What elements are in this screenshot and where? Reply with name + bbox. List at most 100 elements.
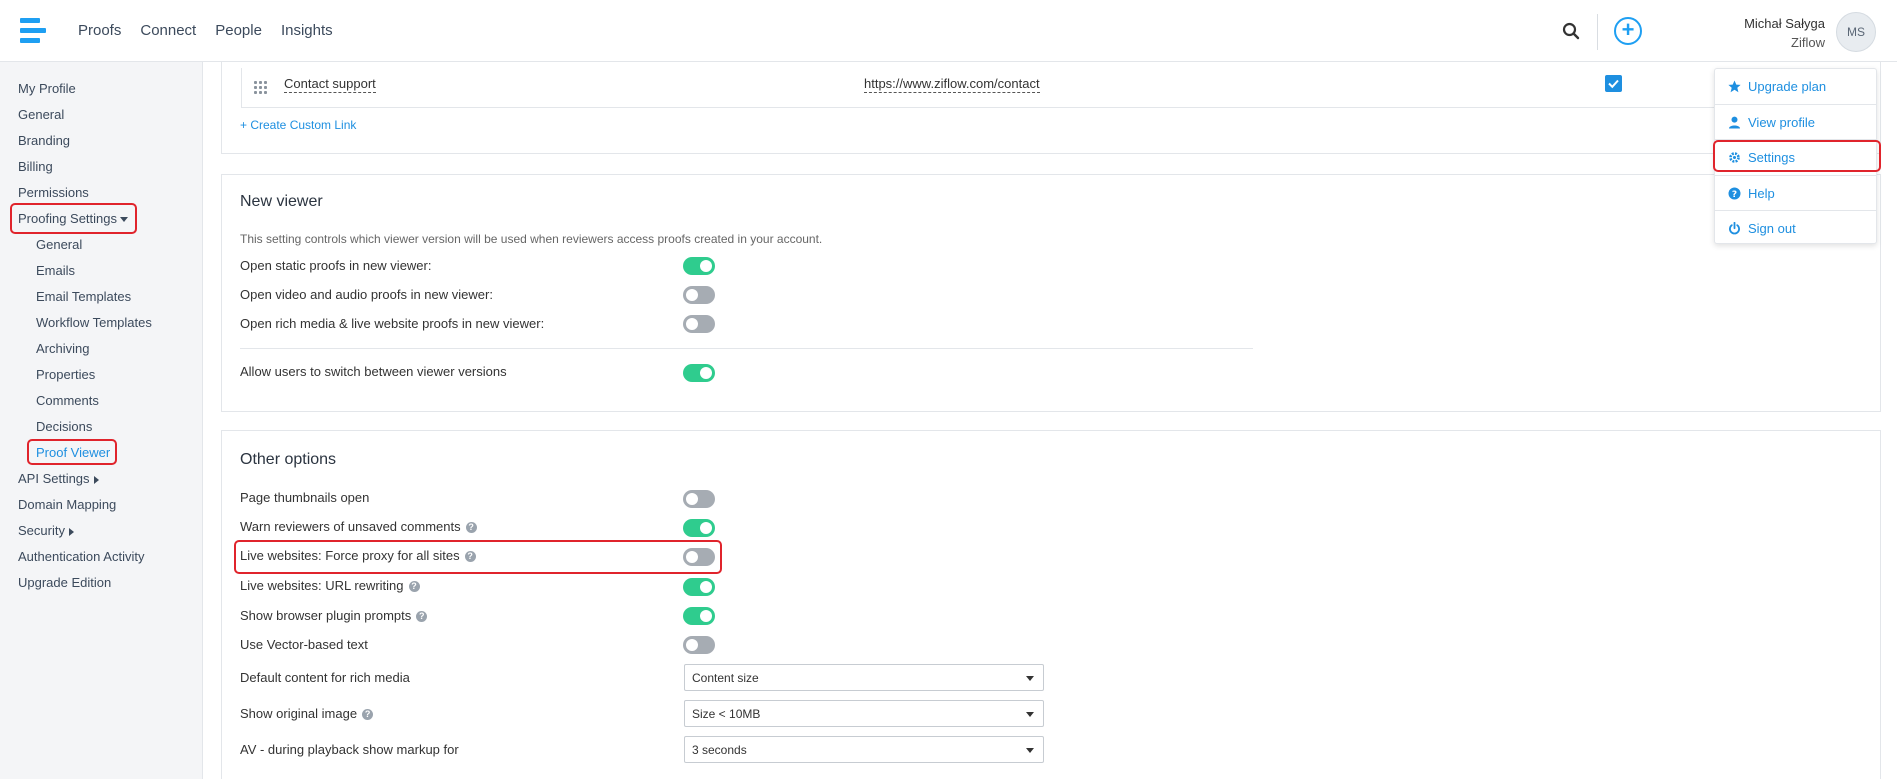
- allow-switch-viewer-toggle[interactable]: [683, 364, 715, 382]
- sidebar-item-proofing-settings[interactable]: Proofing Settings: [18, 211, 129, 226]
- open-rich-media-new-viewer-toggle[interactable]: [683, 315, 715, 333]
- select-label-text: Show original image: [240, 706, 358, 721]
- toggle-label: Live websites: URL rewriting?: [240, 578, 420, 593]
- top-bar: Proofs Connect People Insights + Michał …: [0, 0, 1897, 62]
- sidebar-item-general[interactable]: General: [18, 107, 64, 122]
- open-static-new-viewer-toggle[interactable]: [683, 257, 715, 275]
- custom-link-name[interactable]: Contact support: [284, 76, 376, 93]
- sidebar-item-authentication-activity[interactable]: Authentication Activity: [18, 549, 144, 564]
- help-icon[interactable]: ?: [362, 709, 374, 721]
- user-org[interactable]: Ziflow: [1791, 35, 1825, 50]
- section-divider: [240, 348, 1253, 349]
- checkmark-icon: [1608, 79, 1619, 89]
- custom-link-row: Contact support https://www.ziflow.com/c…: [241, 68, 1871, 108]
- toggle-label-text: Use Vector-based text: [240, 637, 368, 652]
- original-image-select[interactable]: Size < 10MB: [684, 700, 1044, 727]
- sidebar-sub-properties[interactable]: Properties: [36, 367, 95, 382]
- caret-down-icon: [120, 217, 129, 223]
- menu-view-profile[interactable]: View profile: [1715, 105, 1876, 140]
- chevron-down-icon: [1026, 712, 1034, 717]
- toggle-label: Page thumbnails open: [240, 490, 369, 505]
- select-label-text: Default content for rich media: [240, 670, 410, 685]
- browser-plugin-prompts-toggle[interactable]: [683, 607, 715, 625]
- warn-unsaved-comments-toggle[interactable]: [683, 519, 715, 537]
- help-icon[interactable]: ?: [408, 581, 420, 593]
- toggle-label-text: Live websites: Force proxy for all sites: [240, 548, 460, 563]
- highlight-settings: [1713, 140, 1881, 172]
- nav-connect[interactable]: Connect: [140, 22, 196, 39]
- force-proxy-toggle[interactable]: [683, 548, 715, 566]
- toggle-label-text: Page thumbnails open: [240, 490, 370, 505]
- sidebar-item-my-profile[interactable]: My Profile: [18, 81, 76, 96]
- toggle-label-text: Live websites: URL rewriting: [240, 578, 404, 593]
- toggle-label-text: Warn reviewers of unsaved comments: [240, 519, 461, 534]
- caret-right-icon: [93, 475, 99, 484]
- search-icon[interactable]: [1562, 22, 1580, 40]
- menu-item-label: Sign out: [1748, 221, 1796, 236]
- custom-link-checkbox[interactable]: [1605, 75, 1622, 92]
- sidebar-item-label: API Settings: [18, 471, 90, 486]
- toggle-label: Allow users to switch between viewer ver…: [240, 364, 507, 379]
- create-custom-link-button[interactable]: + Create Custom Link: [240, 118, 356, 132]
- drag-handle-icon[interactable]: [254, 81, 268, 95]
- select-value: 3 seconds: [692, 743, 747, 757]
- chevron-down-icon: [1026, 676, 1034, 681]
- select-label: Default content for rich media: [240, 670, 410, 685]
- menu-item-label: View profile: [1748, 115, 1815, 130]
- menu-item-label: Help: [1748, 186, 1775, 201]
- url-rewriting-toggle[interactable]: [683, 578, 715, 596]
- sidebar-item-security[interactable]: Security: [18, 523, 74, 538]
- menu-help[interactable]: ? Help: [1715, 176, 1876, 211]
- select-label-text: AV - during playback show markup for: [240, 742, 459, 757]
- sidebar-sub-general[interactable]: General: [36, 237, 82, 252]
- sidebar-sub-email-templates[interactable]: Email Templates: [36, 289, 131, 304]
- sidebar-sub-comments[interactable]: Comments: [36, 393, 99, 408]
- toggle-knob: [686, 551, 698, 563]
- toggle-label: Warn reviewers of unsaved comments?: [240, 519, 477, 534]
- select-label: AV - during playback show markup for: [240, 742, 459, 757]
- help-icon[interactable]: ?: [416, 611, 428, 623]
- page-thumbnails-toggle[interactable]: [683, 490, 715, 508]
- sidebar-item-permissions[interactable]: Permissions: [18, 185, 89, 200]
- help-icon[interactable]: ?: [465, 522, 477, 534]
- sidebar-item-branding[interactable]: Branding: [18, 133, 70, 148]
- menu-sign-out[interactable]: Sign out: [1715, 211, 1876, 246]
- star-icon: [1728, 80, 1741, 93]
- nav-proofs[interactable]: Proofs: [78, 22, 121, 39]
- sidebar-sub-emails[interactable]: Emails: [36, 263, 75, 278]
- toggle-label: Open video and audio proofs in new viewe…: [240, 287, 493, 302]
- sidebar-item-label: Proofing Settings: [18, 211, 118, 226]
- ziflow-logo-icon[interactable]: [18, 16, 48, 46]
- nav-insights[interactable]: Insights: [281, 22, 333, 39]
- markup-duration-select[interactable]: 3 seconds: [684, 736, 1044, 763]
- sidebar-sub-workflow-templates[interactable]: Workflow Templates: [36, 315, 152, 330]
- rich-media-content-select[interactable]: Content size: [684, 664, 1044, 691]
- sidebar-item-billing[interactable]: Billing: [18, 159, 53, 174]
- select-label: Show original image?: [240, 706, 374, 721]
- user-name[interactable]: Michał Sałyga: [1744, 16, 1825, 31]
- sidebar-sub-archiving[interactable]: Archiving: [36, 341, 89, 356]
- nav-people[interactable]: People: [215, 22, 262, 39]
- sidebar-item-upgrade-edition[interactable]: Upgrade Edition: [18, 575, 111, 590]
- help-icon[interactable]: ?: [464, 551, 476, 563]
- sidebar-item-api-settings[interactable]: API Settings: [18, 471, 99, 486]
- other-options-title: Other options: [240, 451, 337, 468]
- sidebar-sub-proof-viewer[interactable]: Proof Viewer: [36, 445, 110, 460]
- create-plus-button[interactable]: +: [1614, 17, 1642, 45]
- toggle-knob: [700, 610, 712, 622]
- toggle-label-text: Show browser plugin prompts: [240, 608, 412, 623]
- custom-link-url[interactable]: https://www.ziflow.com/contact: [864, 76, 1040, 93]
- toggle-knob: [686, 639, 698, 651]
- header-divider: [1597, 14, 1598, 50]
- svg-text:?: ?: [1732, 190, 1737, 200]
- toggle-label: Use Vector-based text: [240, 637, 368, 652]
- new-viewer-description: This setting controls which viewer versi…: [240, 232, 823, 246]
- avatar[interactable]: MS: [1836, 12, 1876, 52]
- main-nav: Proofs Connect People Insights: [78, 22, 352, 39]
- menu-upgrade-plan[interactable]: Upgrade plan: [1715, 69, 1876, 104]
- vector-text-toggle[interactable]: [683, 636, 715, 654]
- toggle-knob: [700, 260, 712, 272]
- sidebar-sub-decisions[interactable]: Decisions: [36, 419, 92, 434]
- sidebar-item-domain-mapping[interactable]: Domain Mapping: [18, 497, 116, 512]
- open-video-audio-new-viewer-toggle[interactable]: [683, 286, 715, 304]
